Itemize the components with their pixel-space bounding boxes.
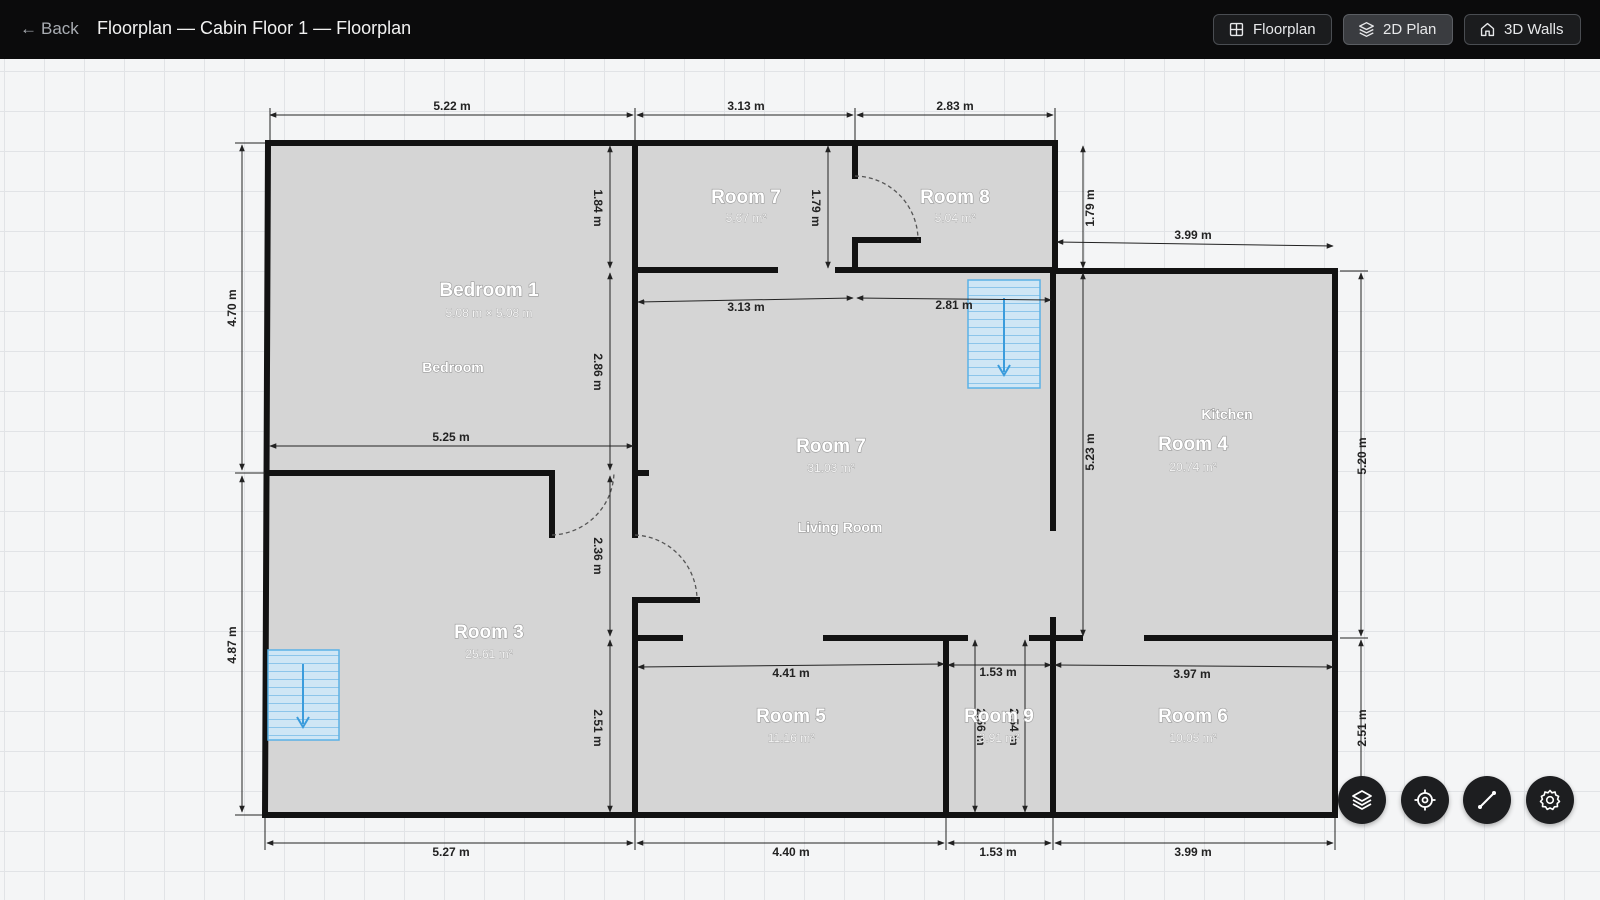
grid-icon (1229, 22, 1244, 37)
floorplan-view-label: Floorplan (1253, 21, 1316, 38)
dim-room4-top: 3.99 m (1174, 228, 1211, 242)
floorplan-view-button[interactable]: Floorplan (1213, 14, 1332, 45)
ruler-line-icon (1478, 791, 1496, 809)
dim-right-lower: 2.51 m (1355, 709, 1369, 746)
dim-top-1: 5.22 m (433, 99, 470, 113)
room-bedroom1-type: Bedroom (422, 359, 483, 375)
room-5-name[interactable]: Room 5 (756, 705, 827, 727)
dim-right-upper: 5.20 m (1355, 437, 1369, 474)
dim-room8-vertical: 1.79 m (1083, 189, 1097, 226)
room-7-main-area: 31.03 m² (807, 461, 854, 475)
floor-plan: 5.22 m 3.13 m 2.83 m 4.70 m 4.87 m 1.84 … (225, 99, 1369, 859)
dim-left-lower: 4.87 m (225, 626, 239, 663)
3d-walls-label: 3D Walls (1504, 21, 1564, 38)
room-6-name[interactable]: Room 6 (1158, 705, 1229, 727)
room-7-main-type: Living Room (798, 519, 883, 535)
dim-room6-width: 3.97 m (1173, 667, 1210, 681)
settings-tool-button[interactable] (1526, 776, 1574, 824)
dim-room5-width: 4.41 m (772, 666, 809, 680)
dim-room7-vertical: 1.79 m (809, 189, 823, 226)
dim-mid-2: 2.81 m (935, 298, 972, 312)
stairs-right (967, 279, 1041, 389)
room-8-name[interactable]: Room 8 (920, 186, 991, 208)
room-3-name[interactable]: Room 3 (454, 621, 525, 643)
2d-plan-button[interactable]: 2D Plan (1343, 14, 1453, 45)
dim-left-upper: 4.70 m (225, 289, 239, 326)
arrow-left-icon: ← (20, 19, 37, 38)
plan-canvas[interactable]: 5.22 m 3.13 m 2.83 m 4.70 m 4.87 m 1.84 … (0, 59, 1600, 900)
target-icon (1414, 789, 1436, 811)
dim-room9-width: 1.53 m (979, 665, 1016, 679)
room-4-area: 20.74 m² (1169, 460, 1216, 474)
dim-bottom-4: 3.99 m (1174, 845, 1211, 859)
room-bedroom1-area: 5.08 m × 5.08 m (445, 306, 532, 320)
dim-top-2: 3.13 m (727, 99, 764, 113)
page-title: Floorplan — Cabin Floor 1 — Floorplan (97, 18, 412, 38)
room-9-area: 3.91 m² (979, 731, 1020, 745)
room-7-top-name[interactable]: Room 7 (711, 186, 782, 208)
recenter-tool-button[interactable] (1401, 776, 1449, 824)
dim-room3-lower: 2.51 m (591, 709, 605, 746)
layers-icon (1352, 790, 1372, 810)
room-8-area: 5.04 m² (935, 211, 976, 225)
room-3-area: 25.61 m² (465, 647, 512, 661)
back-label: Back (41, 19, 79, 38)
room-4-type: Kitchen (1201, 406, 1252, 422)
dim-mid-1: 3.13 m (727, 300, 764, 314)
home-icon (1480, 22, 1495, 37)
dim-top-3: 2.83 m (936, 99, 973, 113)
room-7-main-name[interactable]: Room 7 (796, 435, 867, 457)
room-7-top-area: 5.67 m² (726, 211, 767, 225)
dim-bottom-1: 5.27 m (432, 845, 469, 859)
top-bar: ← Back Floorplan — Cabin Floor 1 — Floor… (0, 0, 1600, 59)
room-6-area: 10.05 m² (1169, 731, 1216, 745)
layers-tool-button[interactable] (1338, 776, 1386, 824)
measure-tool-button[interactable] (1463, 776, 1511, 824)
room-5-area: 11.16 m² (768, 731, 814, 745)
stairs-left (267, 649, 340, 741)
dim-bottom-2: 4.40 m (772, 845, 809, 859)
gear-icon (1539, 789, 1561, 811)
2d-plan-label: 2D Plan (1383, 21, 1437, 38)
back-button[interactable]: ← Back (20, 18, 79, 40)
room-9-name[interactable]: Room 9 (964, 705, 1035, 727)
room-4-name[interactable]: Room 4 (1158, 433, 1229, 455)
dim-room7-right: 5.23 m (1083, 433, 1097, 470)
dim-bedroom-mid: 2.86 m (591, 353, 605, 390)
dim-bedroom-width: 5.25 m (432, 430, 469, 444)
room-bedroom1-name[interactable]: Bedroom 1 (439, 279, 540, 301)
dim-bedroom-vertical: 1.84 m (591, 189, 605, 226)
3d-walls-button[interactable]: 3D Walls (1464, 14, 1581, 45)
dim-door-vertical: 2.36 m (591, 537, 605, 574)
dim-bottom-3: 1.53 m (979, 845, 1016, 859)
layers-icon (1359, 22, 1374, 37)
